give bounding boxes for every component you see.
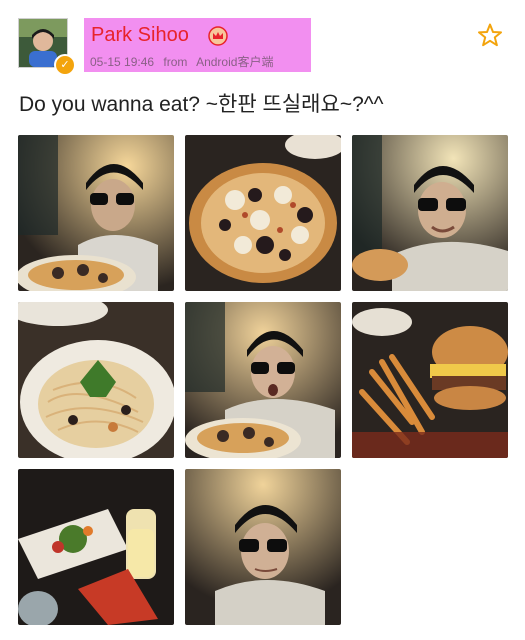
author-header: Park Sihoo 05-15 19:46 from Android客户端	[84, 18, 311, 72]
crown-icon	[208, 26, 228, 46]
post-date: 05-15 19:46	[90, 55, 155, 69]
author-name[interactable]: Park Sihoo	[91, 24, 189, 47]
photo-thumbnail[interactable]	[18, 302, 174, 458]
photo-thumbnail[interactable]	[18, 469, 174, 625]
source-prefix: from	[163, 55, 188, 69]
weibo-post: ✓ Park Sihoo 05-15 19:46 from Android客户端…	[0, 0, 525, 640]
photo-thumbnail[interactable]	[352, 135, 508, 291]
photo-thumbnail[interactable]	[352, 302, 508, 458]
photo-thumbnail[interactable]	[185, 135, 341, 291]
photo-thumbnail[interactable]	[185, 302, 341, 458]
avatar[interactable]: ✓	[18, 18, 76, 76]
post-source[interactable]: Android客户端	[196, 55, 273, 69]
photo-thumbnail[interactable]	[185, 469, 341, 625]
check-badge-icon: ✓	[54, 54, 76, 76]
star-outline-icon[interactable]	[477, 22, 503, 48]
post-meta: 05-15 19:46 from Android客户端	[90, 53, 279, 70]
post-text: Do you wanna eat? ~한판 뜨실래요~?^^	[19, 93, 384, 116]
photo-thumbnail[interactable]	[18, 135, 174, 291]
